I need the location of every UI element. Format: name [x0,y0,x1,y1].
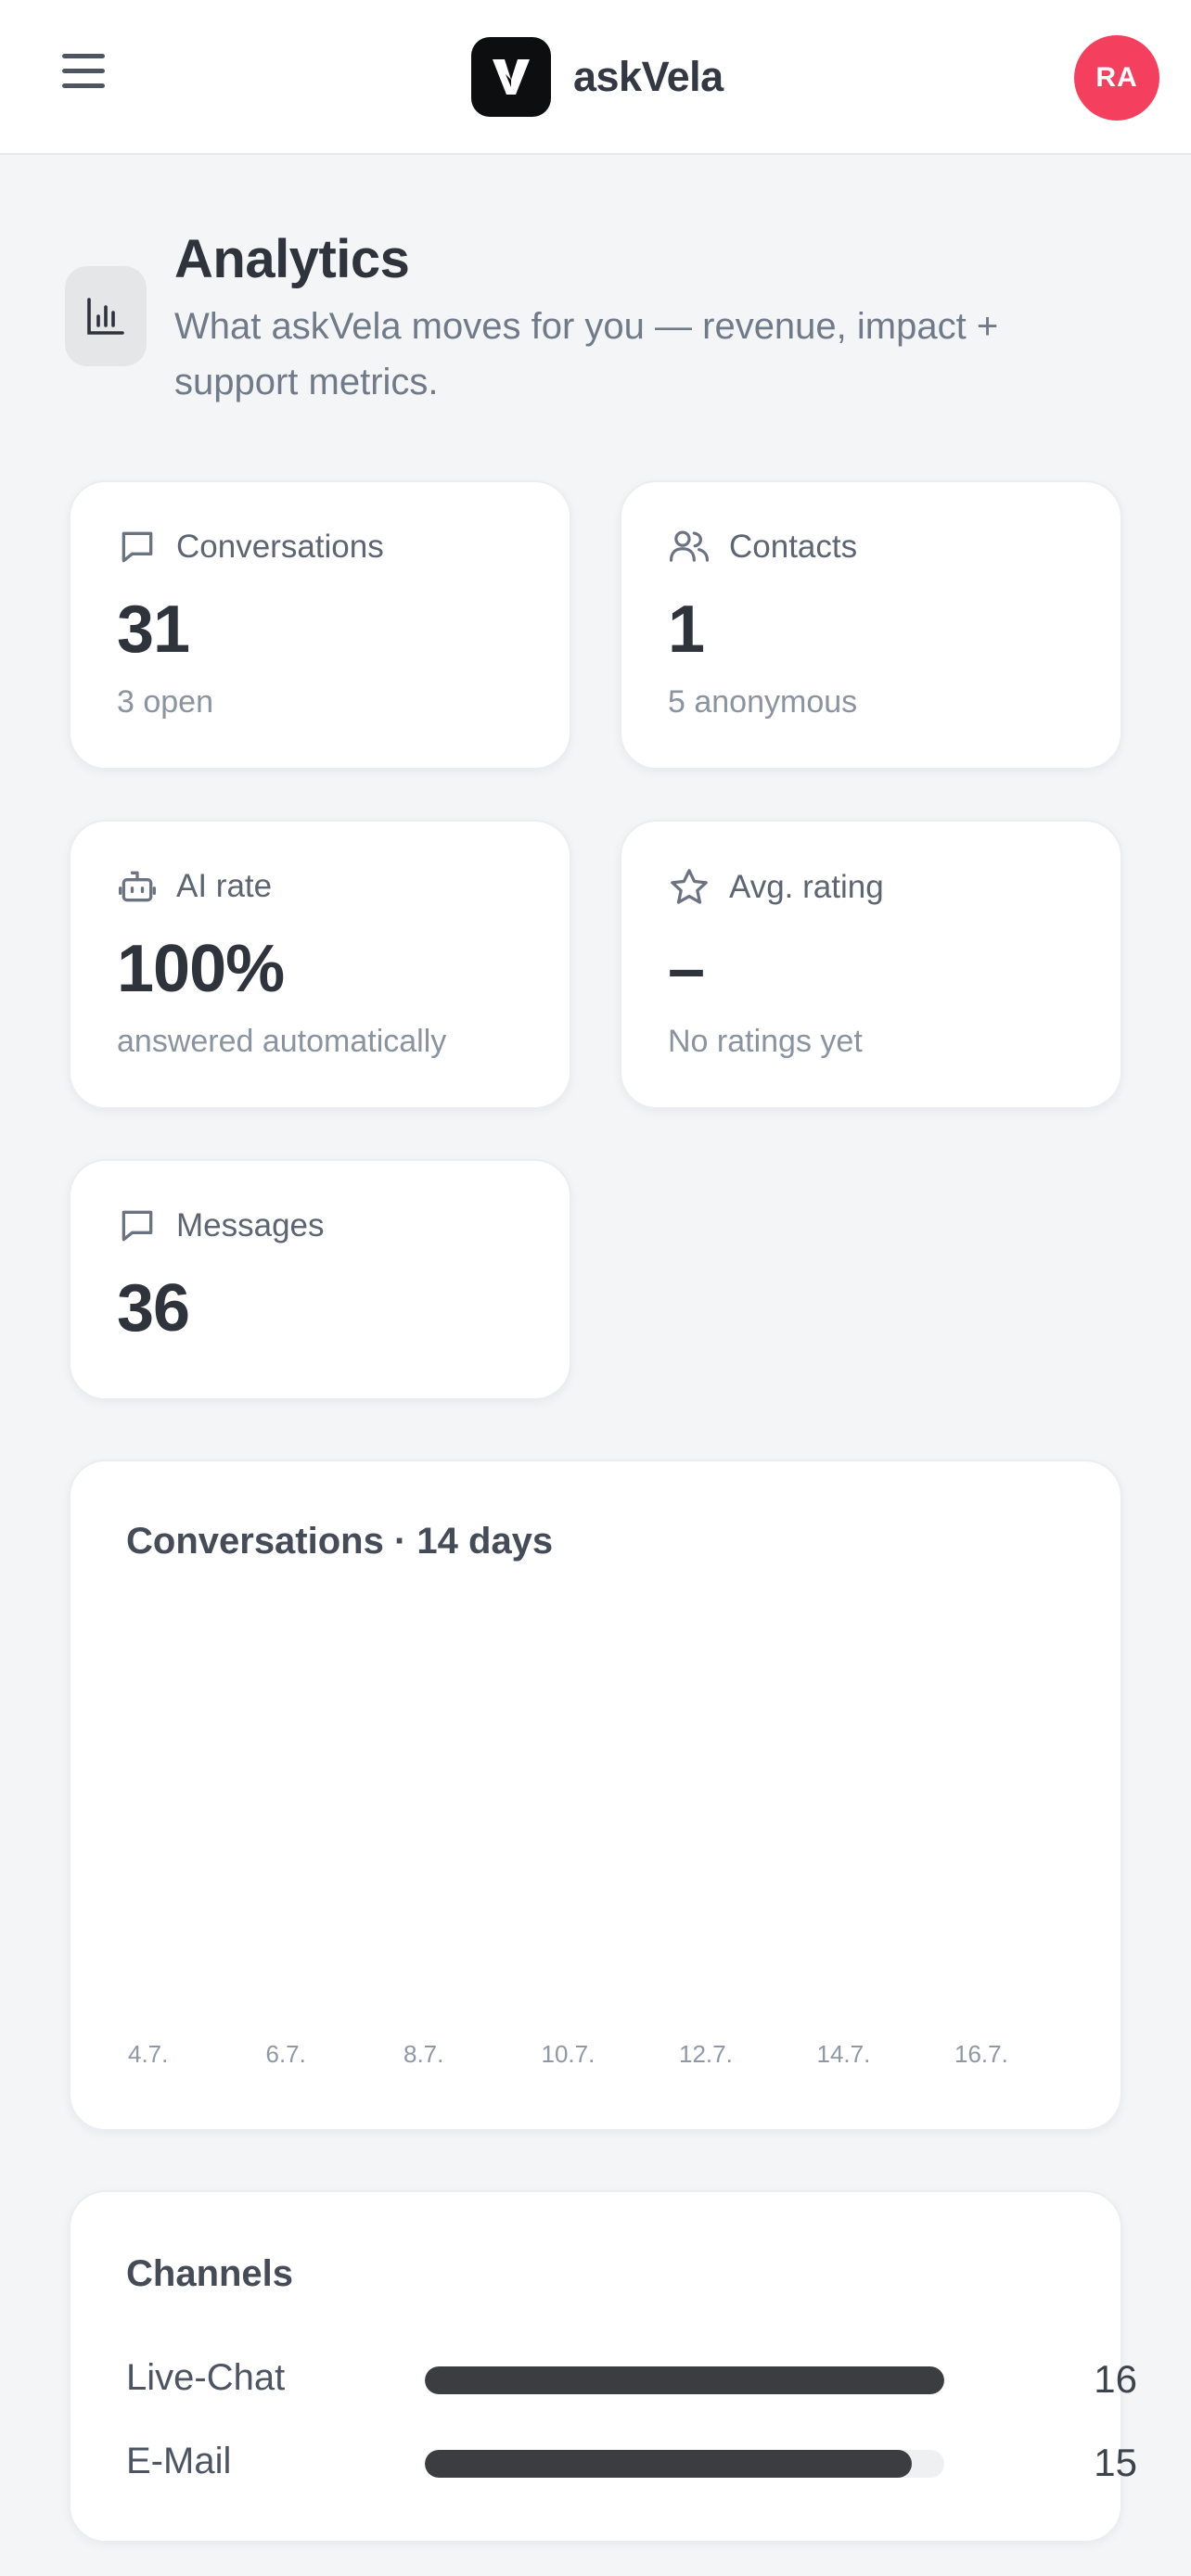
star-icon [671,869,708,904]
stat-label: AI rate [176,868,273,904]
stat-label: Messages [176,1207,325,1243]
stat-value: 36 [117,1271,190,1345]
chart-tick-label: 16.7. [954,2040,1008,2068]
chart-tick-label: 10.7. [541,2040,596,2068]
stat-card-avg-rating: Avg. rating – No ratings yet [620,820,1122,1109]
brand[interactable]: askVela [471,37,724,117]
stat-sub: No ratings yet [668,1024,863,1059]
chart-plot-area: 4.7. 6.7. 8.7. 10.7. 12.7. 14.7. 16.7. [70,1461,1124,2133]
chat-bubble-icon [122,531,153,563]
conversations-chart-card: Conversations · 14 days 4.7. 6.7. 8.7. 10.7… [69,1460,1122,2131]
users-icon [669,530,710,562]
channel-bar-fill [425,2366,944,2394]
stat-value: 31 [117,593,190,667]
stat-sub: answered automatically [117,1024,447,1059]
channel-name: Live-Chat [126,2357,286,2398]
channel-count: 16 [1094,2357,1137,2401]
stat-value: – [668,932,705,1006]
chart-tick-label: 14.7. [816,2040,871,2068]
chart-tick-label: 6.7. [265,2040,306,2068]
page-title: Analytics [174,229,410,289]
chat-bubble-icon [122,1210,153,1242]
stat-value: 100% [117,932,285,1006]
stat-card-messages: Messages 36 [69,1159,571,1400]
stat-sub: 3 open [117,684,213,720]
user-avatar[interactable]: RA [1074,35,1159,121]
page-subtitle: What askVela moves for you — revenue, im… [174,306,999,402]
channel-bar-track [425,2450,944,2478]
stat-value: 1 [668,593,705,667]
robot-icon [119,871,156,902]
channel-count: 15 [1094,2441,1137,2484]
brand-name: askVela [573,53,724,100]
chart-tick-label: 12.7. [679,2040,733,2068]
stat-label: Contacts [729,529,858,565]
stat-label: Avg. rating [729,869,884,905]
channel-bar-track [425,2366,944,2394]
stat-sub: 5 anonymous [668,684,858,720]
stat-card-contacts: Contacts 1 5 anonymous [620,480,1122,770]
channel-row: Live-Chat 16 [126,2350,1137,2405]
channels-title: Channels [126,2253,294,2294]
stat-card-conversations: Conversations 31 3 open [69,480,571,770]
askvela-logo-icon [471,37,551,117]
channel-bar-fill [425,2450,912,2478]
channels-card: Channels Live-Chat 16 E-Mail 15 [69,2190,1137,2543]
chart-tick-label: 8.7. [403,2040,444,2068]
channel-name: E-Mail [126,2441,232,2481]
stat-card-ai-rate: AI rate 100% answered automatically [69,820,571,1109]
bar-chart-icon [65,266,147,366]
top-bar: askVela RA [0,0,1191,155]
stat-label: Conversations [176,529,384,565]
chart-tick-label: 4.7. [128,2040,169,2068]
channel-row: E-Mail 15 [126,2433,1137,2489]
hamburger-menu-icon[interactable] [58,54,109,100]
